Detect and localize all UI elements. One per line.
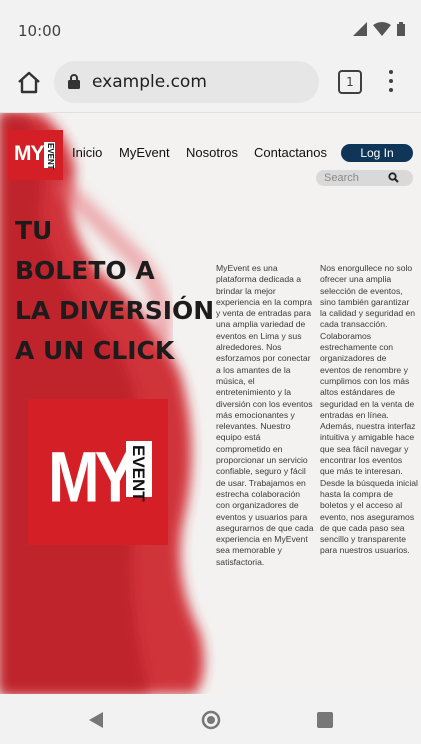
hero-logo-text: MY (48, 438, 136, 518)
web-page: MY EVENT Inicio MyEvent Nosotros Contact… (0, 113, 421, 694)
search-icon[interactable] (388, 172, 399, 183)
headline-line-2: BOLETO A (15, 256, 155, 285)
nav-contactanos[interactable]: Contactanos (254, 145, 327, 160)
status-icons (353, 22, 405, 36)
system-nav-bar (0, 694, 421, 744)
battery-icon (397, 22, 405, 36)
tabs-icon[interactable]: 1 (338, 70, 362, 94)
hero-logo-badge: EVENT (126, 441, 152, 502)
address-bar[interactable]: example.com (54, 61, 319, 103)
logo-badge: EVENT (44, 142, 55, 170)
browser-toolbar: example.com 1 (0, 56, 421, 113)
back-icon[interactable] (88, 712, 104, 728)
status-bar: 10:00 (0, 0, 421, 56)
status-time: 10:00 (18, 22, 62, 40)
search-input[interactable] (324, 171, 384, 185)
url-text[interactable]: example.com (92, 72, 207, 92)
wifi-icon (373, 22, 391, 36)
search-box[interactable] (316, 170, 413, 186)
lock-icon (68, 74, 80, 89)
about-column-2: Nos enorgullece no solo ofrecer una ampl… (320, 263, 418, 556)
more-vert-icon[interactable] (386, 70, 396, 94)
home-icon[interactable] (14, 68, 44, 98)
home-nav-icon[interactable] (201, 710, 221, 730)
nav-myevent[interactable]: MyEvent (119, 145, 170, 160)
logo-text: MY (14, 142, 44, 165)
headline-line-4: A UN CLICK (15, 336, 175, 365)
signal-icon (353, 22, 367, 36)
headline-line-1: TU (15, 216, 53, 245)
nav-nosotros[interactable]: Nosotros (186, 145, 238, 160)
about-column-1: MyEvent es una plataforma dedicada a bri… (216, 263, 314, 567)
nav-inicio[interactable]: Inicio (72, 145, 102, 160)
login-button[interactable]: Log In (341, 144, 413, 162)
hero-logo: MY EVENT (28, 399, 168, 545)
site-logo[interactable]: MY EVENT (8, 130, 63, 180)
headline-line-3: LA DIVERSIÓN (15, 296, 215, 325)
recents-icon[interactable] (317, 712, 333, 728)
